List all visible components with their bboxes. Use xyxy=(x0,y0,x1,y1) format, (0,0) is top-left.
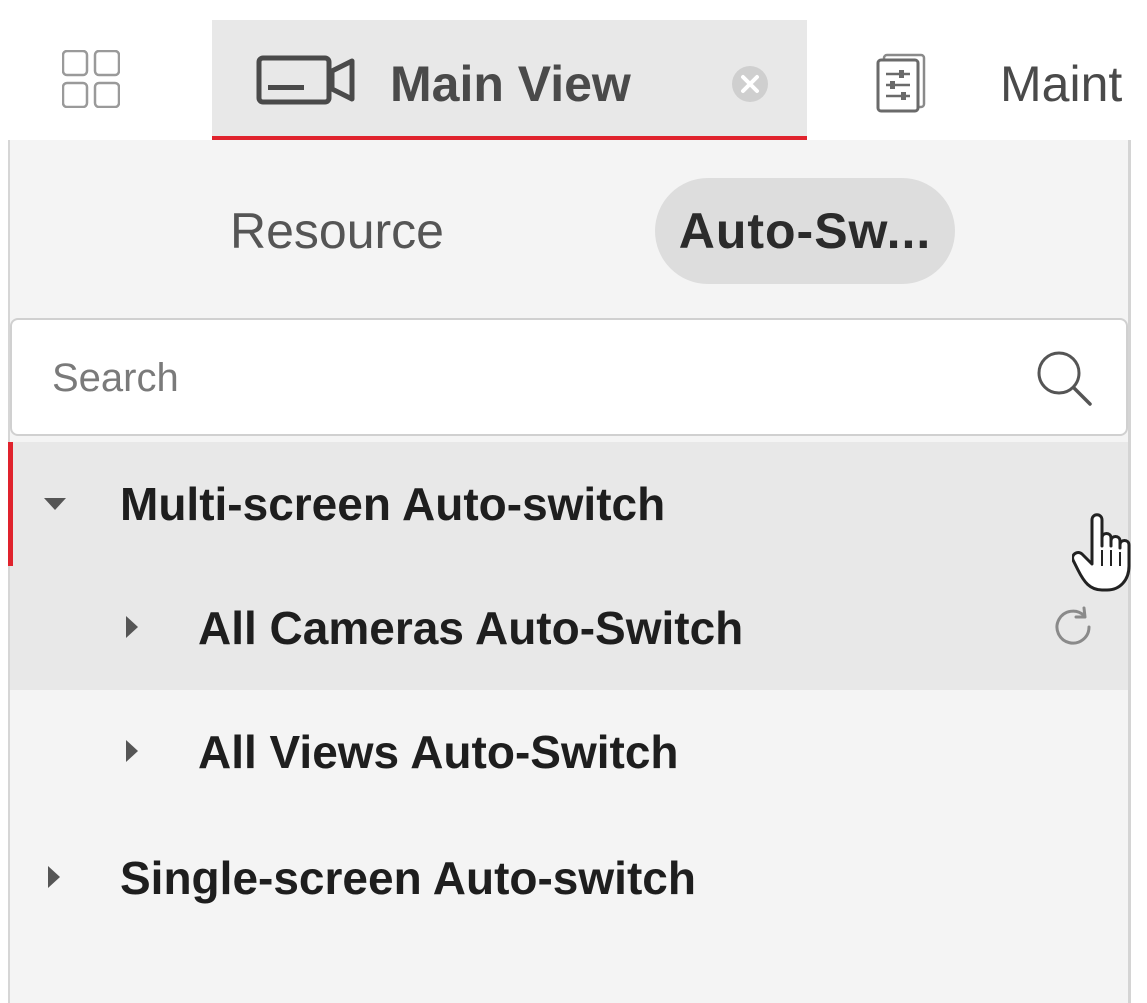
auto-switch-panel: Resource Auto-Sw... Multi-screen Auto-sw… xyxy=(8,140,1128,1003)
tree-item-multi-screen[interactable]: Multi-screen Auto-switch xyxy=(8,442,1128,566)
top-tab-bar: Main View Maint xyxy=(0,0,1147,140)
selection-indicator xyxy=(8,442,13,566)
grid-icon[interactable] xyxy=(61,49,121,113)
settings-sliders-icon xyxy=(875,53,927,118)
subtab-auto-switch[interactable]: Auto-Sw... xyxy=(655,178,955,284)
refresh-icon[interactable] xyxy=(1050,604,1096,655)
tree-item-all-views[interactable]: All Views Auto-Switch xyxy=(10,690,1128,814)
search-icon[interactable] xyxy=(1034,348,1096,415)
tab-main-view[interactable]: Main View xyxy=(212,20,807,140)
tab-maintenance[interactable]: Maint xyxy=(860,20,1147,140)
subtab-resource[interactable]: Resource xyxy=(230,178,444,284)
caret-right-icon[interactable] xyxy=(126,616,138,638)
close-icon[interactable] xyxy=(730,64,770,109)
search-input[interactable] xyxy=(50,320,954,436)
tree-item-all-cameras[interactable]: All Cameras Auto-Switch xyxy=(10,566,1128,690)
caret-right-icon[interactable] xyxy=(48,866,60,888)
caret-right-icon[interactable] xyxy=(126,740,138,762)
search-box xyxy=(10,318,1128,436)
tree-item-single-screen[interactable]: Single-screen Auto-switch xyxy=(10,816,1128,940)
camera-icon xyxy=(256,55,356,110)
hand-cursor-icon xyxy=(1071,510,1138,599)
tab-label: Maint xyxy=(1000,56,1123,112)
tree-item-label: All Views Auto-Switch xyxy=(198,726,679,778)
tree-item-label: All Cameras Auto-Switch xyxy=(198,602,744,654)
tab-label: Main View xyxy=(390,56,631,112)
caret-down-icon[interactable] xyxy=(44,498,66,510)
tree-item-label: Multi-screen Auto-switch xyxy=(120,478,666,530)
tree-item-label: Single-screen Auto-switch xyxy=(120,852,696,904)
